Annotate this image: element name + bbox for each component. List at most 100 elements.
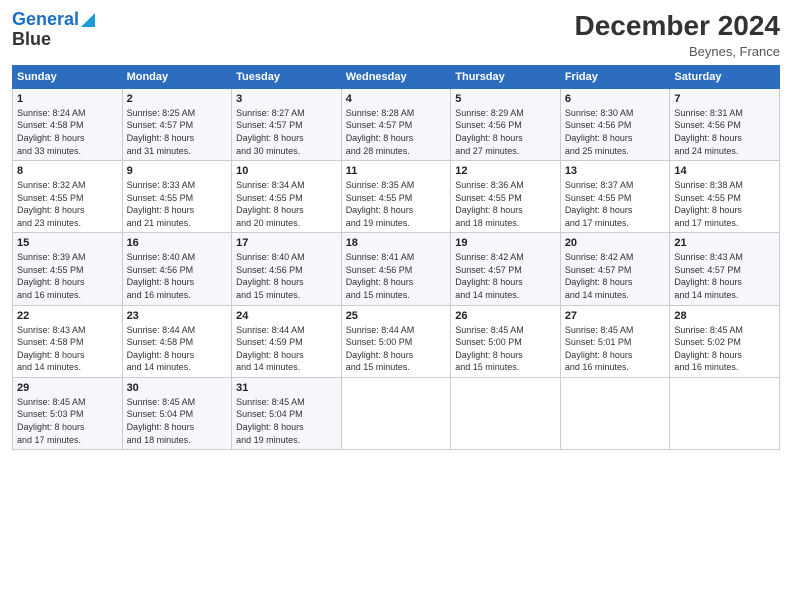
table-cell: 26Sunrise: 8:45 AM Sunset: 5:00 PM Dayli… — [451, 305, 561, 377]
day-info: Sunrise: 8:29 AM Sunset: 4:56 PM Dayligh… — [455, 107, 556, 157]
day-number: 16 — [127, 236, 228, 251]
day-info: Sunrise: 8:36 AM Sunset: 4:55 PM Dayligh… — [455, 179, 556, 229]
day-number: 8 — [17, 164, 118, 179]
table-cell: 10Sunrise: 8:34 AM Sunset: 4:55 PM Dayli… — [232, 161, 342, 233]
day-info: Sunrise: 8:42 AM Sunset: 4:57 PM Dayligh… — [565, 251, 666, 301]
day-number: 23 — [127, 309, 228, 324]
table-cell: 9Sunrise: 8:33 AM Sunset: 4:55 PM Daylig… — [122, 161, 232, 233]
table-cell: 2Sunrise: 8:25 AM Sunset: 4:57 PM Daylig… — [122, 89, 232, 161]
calendar-container: General Blue December 2024 Beynes, Franc… — [0, 0, 792, 612]
day-number: 2 — [127, 92, 228, 107]
day-info: Sunrise: 8:32 AM Sunset: 4:55 PM Dayligh… — [17, 179, 118, 229]
table-cell: 11Sunrise: 8:35 AM Sunset: 4:55 PM Dayli… — [341, 161, 451, 233]
day-info: Sunrise: 8:44 AM Sunset: 4:59 PM Dayligh… — [236, 324, 337, 374]
day-info: Sunrise: 8:39 AM Sunset: 4:55 PM Dayligh… — [17, 251, 118, 301]
table-cell: 6Sunrise: 8:30 AM Sunset: 4:56 PM Daylig… — [560, 89, 670, 161]
table-cell: 4Sunrise: 8:28 AM Sunset: 4:57 PM Daylig… — [341, 89, 451, 161]
day-info: Sunrise: 8:43 AM Sunset: 4:57 PM Dayligh… — [674, 251, 775, 301]
logo-blue-text: Blue — [12, 30, 51, 50]
day-number: 20 — [565, 236, 666, 251]
day-number: 10 — [236, 164, 337, 179]
table-cell: 25Sunrise: 8:44 AM Sunset: 5:00 PM Dayli… — [341, 305, 451, 377]
table-cell — [670, 377, 780, 449]
header-monday: Monday — [122, 66, 232, 89]
table-cell: 17Sunrise: 8:40 AM Sunset: 4:56 PM Dayli… — [232, 233, 342, 305]
day-info: Sunrise: 8:45 AM Sunset: 5:00 PM Dayligh… — [455, 324, 556, 374]
day-number: 13 — [565, 164, 666, 179]
day-number: 28 — [674, 309, 775, 324]
calendar-subtitle: Beynes, France — [575, 44, 780, 59]
day-number: 15 — [17, 236, 118, 251]
logo: General Blue — [12, 10, 95, 50]
day-info: Sunrise: 8:40 AM Sunset: 4:56 PM Dayligh… — [127, 251, 228, 301]
day-number: 7 — [674, 92, 775, 107]
table-cell: 21Sunrise: 8:43 AM Sunset: 4:57 PM Dayli… — [670, 233, 780, 305]
table-cell: 27Sunrise: 8:45 AM Sunset: 5:01 PM Dayli… — [560, 305, 670, 377]
day-number: 1 — [17, 92, 118, 107]
header-tuesday: Tuesday — [232, 66, 342, 89]
day-info: Sunrise: 8:25 AM Sunset: 4:57 PM Dayligh… — [127, 107, 228, 157]
header-saturday: Saturday — [670, 66, 780, 89]
calendar-table: Sunday Monday Tuesday Wednesday Thursday… — [12, 65, 780, 450]
day-number: 9 — [127, 164, 228, 179]
title-block: December 2024 Beynes, France — [575, 10, 780, 59]
day-info: Sunrise: 8:31 AM Sunset: 4:56 PM Dayligh… — [674, 107, 775, 157]
day-number: 3 — [236, 92, 337, 107]
day-info: Sunrise: 8:43 AM Sunset: 4:58 PM Dayligh… — [17, 324, 118, 374]
day-info: Sunrise: 8:34 AM Sunset: 4:55 PM Dayligh… — [236, 179, 337, 229]
table-row: 29Sunrise: 8:45 AM Sunset: 5:03 PM Dayli… — [13, 377, 780, 449]
day-info: Sunrise: 8:41 AM Sunset: 4:56 PM Dayligh… — [346, 251, 447, 301]
day-info: Sunrise: 8:42 AM Sunset: 4:57 PM Dayligh… — [455, 251, 556, 301]
day-info: Sunrise: 8:24 AM Sunset: 4:58 PM Dayligh… — [17, 107, 118, 157]
day-number: 14 — [674, 164, 775, 179]
table-row: 8Sunrise: 8:32 AM Sunset: 4:55 PM Daylig… — [13, 161, 780, 233]
day-number: 19 — [455, 236, 556, 251]
day-number: 6 — [565, 92, 666, 107]
day-number: 21 — [674, 236, 775, 251]
table-cell: 18Sunrise: 8:41 AM Sunset: 4:56 PM Dayli… — [341, 233, 451, 305]
day-number: 12 — [455, 164, 556, 179]
day-number: 4 — [346, 92, 447, 107]
day-info: Sunrise: 8:40 AM Sunset: 4:56 PM Dayligh… — [236, 251, 337, 301]
table-cell: 12Sunrise: 8:36 AM Sunset: 4:55 PM Dayli… — [451, 161, 561, 233]
header-sunday: Sunday — [13, 66, 123, 89]
table-cell: 19Sunrise: 8:42 AM Sunset: 4:57 PM Dayli… — [451, 233, 561, 305]
day-info: Sunrise: 8:38 AM Sunset: 4:55 PM Dayligh… — [674, 179, 775, 229]
table-row: 22Sunrise: 8:43 AM Sunset: 4:58 PM Dayli… — [13, 305, 780, 377]
day-info: Sunrise: 8:45 AM Sunset: 5:04 PM Dayligh… — [127, 396, 228, 446]
table-row: 1Sunrise: 8:24 AM Sunset: 4:58 PM Daylig… — [13, 89, 780, 161]
day-number: 17 — [236, 236, 337, 251]
logo-text: General — [12, 10, 79, 30]
day-number: 31 — [236, 381, 337, 396]
day-info: Sunrise: 8:33 AM Sunset: 4:55 PM Dayligh… — [127, 179, 228, 229]
table-cell: 13Sunrise: 8:37 AM Sunset: 4:55 PM Dayli… — [560, 161, 670, 233]
table-cell: 29Sunrise: 8:45 AM Sunset: 5:03 PM Dayli… — [13, 377, 123, 449]
table-cell: 16Sunrise: 8:40 AM Sunset: 4:56 PM Dayli… — [122, 233, 232, 305]
table-cell: 20Sunrise: 8:42 AM Sunset: 4:57 PM Dayli… — [560, 233, 670, 305]
day-info: Sunrise: 8:45 AM Sunset: 5:03 PM Dayligh… — [17, 396, 118, 446]
header-row: Sunday Monday Tuesday Wednesday Thursday… — [13, 66, 780, 89]
table-cell — [451, 377, 561, 449]
table-row: 15Sunrise: 8:39 AM Sunset: 4:55 PM Dayli… — [13, 233, 780, 305]
page-header: General Blue December 2024 Beynes, Franc… — [12, 10, 780, 59]
day-info: Sunrise: 8:35 AM Sunset: 4:55 PM Dayligh… — [346, 179, 447, 229]
day-info: Sunrise: 8:30 AM Sunset: 4:56 PM Dayligh… — [565, 107, 666, 157]
day-info: Sunrise: 8:28 AM Sunset: 4:57 PM Dayligh… — [346, 107, 447, 157]
day-number: 18 — [346, 236, 447, 251]
table-cell: 31Sunrise: 8:45 AM Sunset: 5:04 PM Dayli… — [232, 377, 342, 449]
day-info: Sunrise: 8:45 AM Sunset: 5:01 PM Dayligh… — [565, 324, 666, 374]
table-cell: 14Sunrise: 8:38 AM Sunset: 4:55 PM Dayli… — [670, 161, 780, 233]
logo-triangle-icon — [81, 13, 95, 27]
day-number: 25 — [346, 309, 447, 324]
table-cell: 8Sunrise: 8:32 AM Sunset: 4:55 PM Daylig… — [13, 161, 123, 233]
table-cell: 30Sunrise: 8:45 AM Sunset: 5:04 PM Dayli… — [122, 377, 232, 449]
day-info: Sunrise: 8:37 AM Sunset: 4:55 PM Dayligh… — [565, 179, 666, 229]
day-info: Sunrise: 8:44 AM Sunset: 5:00 PM Dayligh… — [346, 324, 447, 374]
day-number: 5 — [455, 92, 556, 107]
table-cell: 5Sunrise: 8:29 AM Sunset: 4:56 PM Daylig… — [451, 89, 561, 161]
day-number: 11 — [346, 164, 447, 179]
header-thursday: Thursday — [451, 66, 561, 89]
day-number: 24 — [236, 309, 337, 324]
table-cell: 3Sunrise: 8:27 AM Sunset: 4:57 PM Daylig… — [232, 89, 342, 161]
table-cell: 7Sunrise: 8:31 AM Sunset: 4:56 PM Daylig… — [670, 89, 780, 161]
